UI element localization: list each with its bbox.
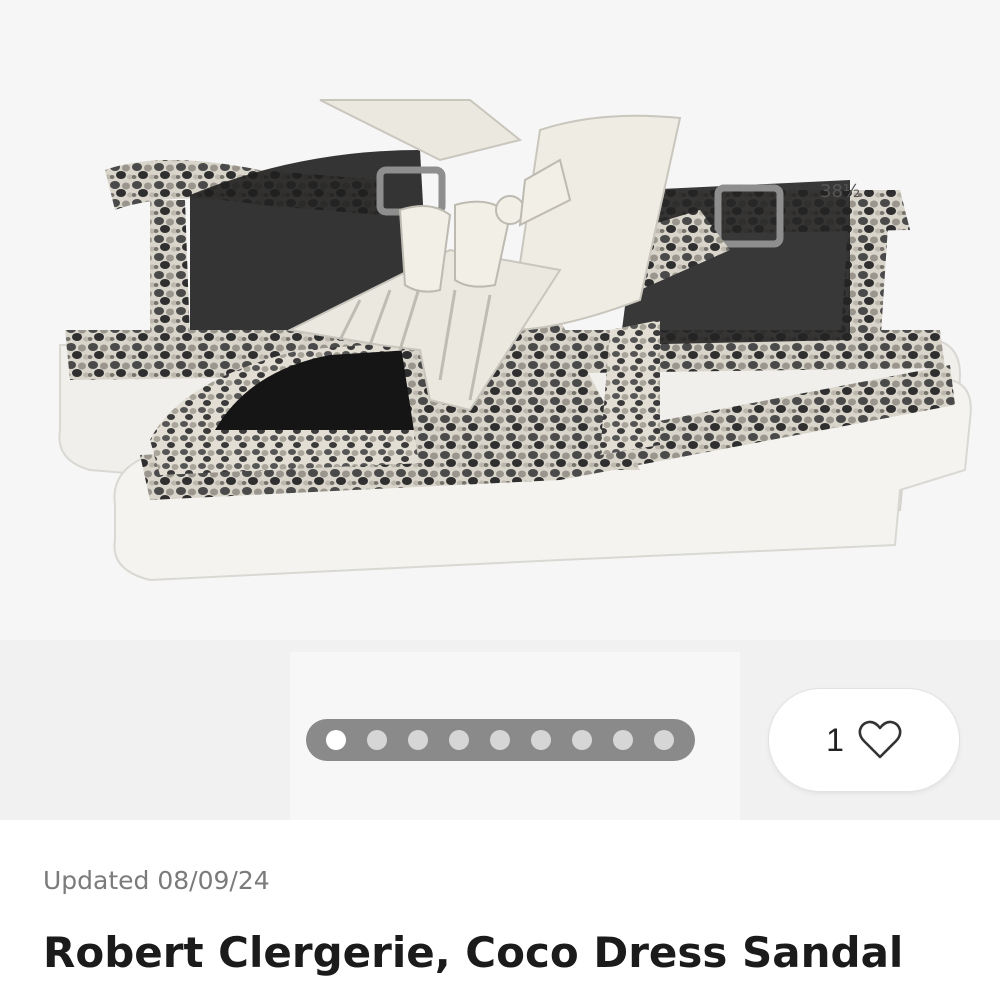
pager-dot-4[interactable] <box>449 730 469 750</box>
product-photo[interactable]: 38½ <box>0 0 1000 640</box>
like-button[interactable]: 1 <box>769 689 959 791</box>
product-gallery[interactable]: 38½ 1 <box>0 0 1000 820</box>
image-pager[interactable] <box>306 719 695 761</box>
svg-text:38½: 38½ <box>820 181 860 202</box>
pager-dot-1[interactable] <box>326 730 346 750</box>
pager-dot-6[interactable] <box>531 730 551 750</box>
pager-dot-8[interactable] <box>613 730 633 750</box>
pager-dot-5[interactable] <box>490 730 510 750</box>
pager-dot-3[interactable] <box>408 730 428 750</box>
pager-dot-7[interactable] <box>572 730 592 750</box>
like-count: 1 <box>826 721 844 758</box>
pager-dot-9[interactable] <box>654 730 674 750</box>
updated-date: Updated 08/09/24 <box>43 866 270 895</box>
listing-title: Robert Clergerie, Coco Dress Sandal <box>43 928 904 977</box>
pager-dot-2[interactable] <box>367 730 387 750</box>
heart-icon <box>858 720 902 759</box>
